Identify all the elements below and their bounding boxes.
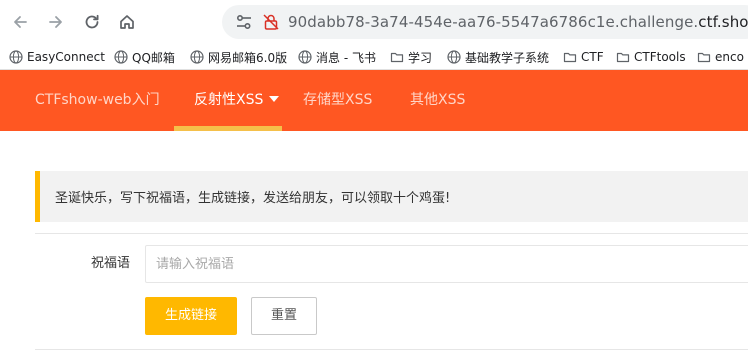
url-text[interactable]: 90dabb78-3a74-454e-aa76-5547a6786c1e.cha…	[288, 13, 748, 31]
url-prefix: 90dabb78-3a74-454e-aa76-5547a6786c1e.cha…	[288, 13, 699, 31]
bookmark-label: 基础教学子系统	[465, 50, 550, 65]
forward-button[interactable]	[46, 12, 66, 32]
bookmark-label: CTFtools	[634, 50, 686, 64]
folder-icon	[390, 52, 404, 63]
caret-down-icon	[269, 95, 280, 102]
browser-toolbar: 90dabb78-3a74-454e-aa76-5547a6786c1e.cha…	[0, 0, 748, 44]
nav-item-reflected-xss[interactable]: 反射性XSS	[194, 70, 280, 131]
home-icon	[120, 15, 134, 29]
globe-icon	[114, 50, 128, 64]
nav-item-stored-xss[interactable]: 存储型XSS	[303, 70, 372, 131]
folder-icon	[563, 52, 577, 63]
bookmark-folder-ctftools[interactable]: CTFtools	[616, 48, 686, 66]
back-arrow-icon	[14, 16, 27, 28]
globe-icon	[298, 50, 312, 64]
reload-icon	[85, 14, 99, 29]
bookmark-teaching-system[interactable]: 基础教学子系统	[447, 48, 549, 66]
home-button[interactable]	[117, 12, 137, 32]
notice-box: 圣诞快乐，写下祝福语，生成链接，发送给朋友，可以领取十个鸡蛋!	[35, 171, 748, 222]
globe-icon	[190, 50, 204, 64]
notice-text: 圣诞快乐，写下祝福语，生成链接，发送给朋友，可以领取十个鸡蛋!	[55, 191, 451, 206]
nav-item-web-intro[interactable]: CTFshow-web入门	[35, 70, 160, 131]
reset-button[interactable]: 重置	[251, 297, 317, 335]
nav-item-label: 反射性XSS	[194, 92, 264, 108]
globe-icon	[447, 50, 461, 64]
bookmark-folder-ctf[interactable]: CTF	[563, 48, 604, 66]
bookmark-easyconnect[interactable]: EasyConnect	[9, 48, 105, 66]
bookmark-label: QQ邮箱	[132, 50, 175, 65]
site-nav: CTFshow-web入门 反射性XSS 存储型XSS 其他XSS	[0, 70, 748, 131]
forward-arrow-icon	[49, 16, 62, 28]
bookmark-folder-study[interactable]: 学习	[390, 48, 432, 66]
generate-link-button[interactable]: 生成链接	[145, 297, 237, 335]
bookmark-label: enco	[715, 50, 744, 64]
address-bar[interactable]: 90dabb78-3a74-454e-aa76-5547a6786c1e.cha…	[222, 5, 748, 39]
wish-label: 祝福语	[90, 256, 130, 271]
bookmarks-bar: EasyConnect QQ邮箱 网易邮箱6.0版 消息 - 飞书 学习 基础教…	[0, 44, 748, 70]
bookmark-label: 学习	[408, 50, 433, 65]
nav-item-other-xss[interactable]: 其他XSS	[410, 70, 465, 131]
not-secure-lock-icon	[263, 14, 279, 30]
bookmark-netease-mail[interactable]: 网易邮箱6.0版	[190, 48, 287, 66]
wish-input[interactable]	[145, 245, 748, 283]
folder-icon	[616, 52, 630, 63]
bookmark-label: EasyConnect	[27, 50, 105, 64]
divider	[35, 233, 748, 234]
bookmark-qq-mail[interactable]: QQ邮箱	[114, 48, 175, 66]
bookmark-folder-enco[interactable]: enco	[697, 48, 744, 66]
divider	[35, 349, 748, 350]
site-settings-icon[interactable]	[234, 13, 254, 31]
back-button[interactable]	[10, 12, 30, 32]
globe-icon	[9, 50, 23, 64]
bookmark-label: CTF	[581, 50, 604, 64]
active-nav-indicator	[174, 126, 282, 131]
bookmark-label: 消息 - 飞书	[316, 50, 376, 65]
folder-icon	[697, 52, 711, 63]
reload-button[interactable]	[82, 12, 102, 32]
bookmark-label: 网易邮箱6.0版	[208, 50, 288, 65]
bookmark-feishu[interactable]: 消息 - 飞书	[298, 48, 376, 66]
url-host: ctf.show	[698, 13, 748, 31]
